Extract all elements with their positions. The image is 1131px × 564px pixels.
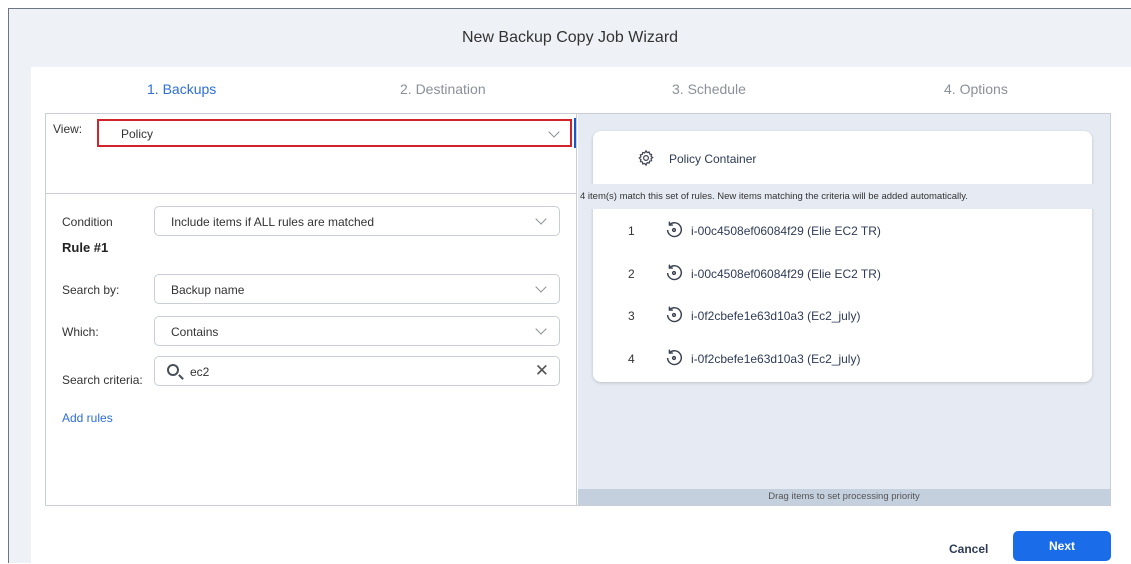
item-number: 3 [628, 309, 635, 323]
view-label: View: [53, 122, 83, 136]
chevron-down-icon [535, 213, 547, 225]
focus-indicator [574, 118, 576, 148]
next-button[interactable]: Next [1013, 531, 1111, 561]
view-row: View: Policy [46, 114, 577, 194]
item-number: 2 [628, 267, 635, 281]
step-backups[interactable]: 1. Backups [147, 81, 216, 97]
condition-select-value: Include items if ALL rules are matched [171, 215, 374, 229]
wizard-title: New Backup Copy Job Wizard [461, 29, 679, 46]
list-item[interactable]: 1 i-00c4508ef06084f29 (Elie EC2 TR) [593, 212, 1092, 252]
list-item[interactable]: 2 i-00c4508ef06084f29 (Elie EC2 TR) [593, 255, 1092, 295]
wizard-panel: 1. Backups 2. Destination 3. Schedule 4.… [31, 67, 1131, 564]
search-criteria-input[interactable]: ec2 ✕ [154, 356, 560, 386]
search-criteria-value: ec2 [190, 365, 210, 379]
policy-container-card: Policy Container 4 item(s) match this se… [578, 131, 1110, 382]
cancel-button[interactable]: Cancel [949, 542, 988, 556]
list-item[interactable]: 4 i-0f2cbefe1e63d10a3 (Ec2_july) [593, 340, 1092, 380]
wizard-content: View: Policy Condition Include items if … [45, 113, 1111, 506]
rule-title: Rule #1 [62, 240, 109, 255]
chevron-down-icon [535, 323, 547, 335]
condition-select[interactable]: Include items if ALL rules are matched [154, 206, 560, 236]
rules-pane: View: Policy Condition Include items if … [46, 114, 577, 505]
match-info-bar: 4 item(s) match this set of rules. New i… [578, 184, 1110, 209]
list-item[interactable]: 3 i-0f2cbefe1e63d10a3 (Ec2_july) [593, 297, 1092, 337]
search-criteria-label: Search criteria: [62, 373, 143, 387]
search-by-label: Search by: [62, 283, 120, 297]
backup-restore-icon [666, 349, 683, 366]
condition-label: Condition [62, 215, 113, 229]
drag-hint-bar: Drag items to set processing priority [578, 489, 1110, 505]
item-number: 4 [628, 352, 635, 366]
step-schedule[interactable]: 3. Schedule [672, 81, 746, 97]
match-info-text: 4 item(s) match this set of rules. New i… [580, 191, 968, 202]
add-rules-link[interactable]: Add rules [62, 411, 113, 425]
wizard-steps: 1. Backups 2. Destination 3. Schedule 4.… [31, 67, 1131, 113]
item-name: i-00c4508ef06084f29 (Elie EC2 TR) [691, 224, 881, 238]
results-pane: Policy Container 4 item(s) match this se… [578, 114, 1110, 505]
policy-container-header: Policy Container [593, 131, 1092, 184]
item-name: i-00c4508ef06084f29 (Elie EC2 TR) [691, 267, 881, 281]
chevron-down-icon [548, 126, 560, 138]
chevron-down-icon [535, 281, 547, 293]
item-name: i-0f2cbefe1e63d10a3 (Ec2_july) [691, 309, 861, 323]
which-label: Which: [62, 325, 99, 339]
policy-container-title: Policy Container [669, 152, 757, 166]
search-by-select[interactable]: Backup name [154, 274, 560, 304]
step-destination[interactable]: 2. Destination [400, 81, 486, 97]
which-select[interactable]: Contains [154, 316, 560, 346]
gear-icon [638, 149, 654, 167]
backup-restore-icon [666, 306, 683, 323]
search-icon [167, 364, 179, 376]
view-select-value: Policy [121, 127, 154, 141]
wizard-window: New Backup Copy Job Wizard 1. Backups 2.… [8, 8, 1131, 564]
item-name: i-0f2cbefe1e63d10a3 (Ec2_july) [691, 352, 861, 366]
which-select-value: Contains [171, 325, 219, 339]
view-select[interactable]: Policy [97, 119, 572, 147]
backup-restore-icon [666, 264, 683, 281]
clear-icon[interactable]: ✕ [535, 362, 549, 379]
search-by-select-value: Backup name [171, 283, 245, 297]
backup-restore-icon [666, 221, 683, 238]
step-options[interactable]: 4. Options [944, 81, 1008, 97]
item-number: 1 [628, 224, 635, 238]
